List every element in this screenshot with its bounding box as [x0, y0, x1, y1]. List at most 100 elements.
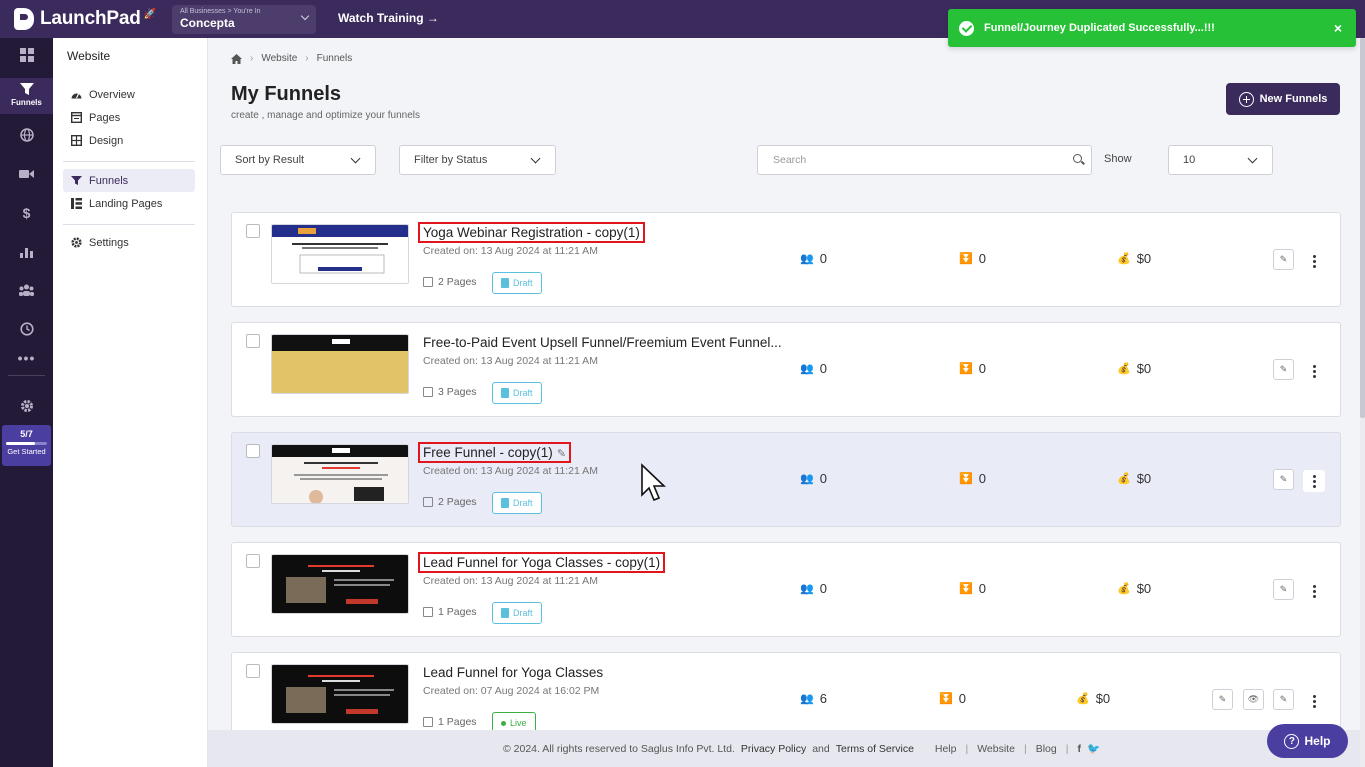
more-options-button[interactable] — [1303, 250, 1325, 272]
rail-history[interactable] — [0, 322, 53, 336]
sidebar-item-label: Pages — [89, 111, 121, 124]
new-funnels-button[interactable]: New Funnels — [1226, 83, 1340, 115]
pages-label: 3 Pages — [438, 386, 477, 398]
filter-status-dropdown[interactable]: Filter by Status — [399, 145, 556, 175]
help-button[interactable]: ? Help — [1267, 724, 1348, 758]
rail-website[interactable] — [0, 128, 53, 142]
row-checkbox[interactable] — [246, 334, 260, 348]
sidebar-item-landing-pages[interactable]: Landing Pages — [63, 192, 195, 215]
contacts-stat: 👥 0 — [800, 251, 827, 266]
funnel-down-icon: ⏬ — [959, 363, 973, 375]
dollar-icon[interactable]: $ — [0, 205, 53, 221]
edit-button[interactable]: ✎ — [1273, 579, 1294, 600]
funnel-name[interactable]: Free Funnel - copy(1) ✎ — [417, 442, 572, 463]
footer-help-link[interactable]: Help — [935, 743, 957, 755]
row-checkbox[interactable] — [246, 444, 260, 458]
search-icon[interactable] — [1073, 154, 1082, 163]
users-icon: 👥 — [800, 363, 814, 375]
revenue-value: $0 — [1095, 691, 1111, 706]
status-label: Live — [510, 718, 527, 728]
footer-divider: | — [1023, 742, 1027, 755]
sidebar-item-settings[interactable]: Settings — [63, 231, 195, 254]
privacy-policy-link[interactable]: Privacy Policy — [741, 743, 806, 755]
twitter-icon[interactable]: 🐦 — [1087, 742, 1100, 755]
conversions-stat: ⏬ 0 — [959, 581, 986, 596]
conversions-value: 0 — [958, 691, 966, 706]
contacts-stat: 👥 0 — [800, 361, 827, 376]
rail-video[interactable] — [0, 168, 53, 180]
row-checkbox[interactable] — [246, 554, 260, 568]
rail-contacts[interactable] — [0, 284, 53, 296]
edit-button[interactable]: ✎ — [1212, 689, 1233, 710]
footer-website-link[interactable]: Website — [977, 743, 1015, 755]
rail-dashboard[interactable] — [0, 48, 53, 62]
funnel-card[interactable]: Free Funnel - copy(1) ✎ Created on: 13 Au… — [231, 432, 1341, 527]
funnel-name[interactable]: Free-to-Paid Event Upsell Funnel/Freemiu… — [423, 335, 782, 350]
edit-icon — [423, 387, 433, 397]
money-bag-icon: 💰 — [1117, 473, 1131, 485]
funnel-name[interactable]: Yoga Webinar Registration - copy(1) — [418, 222, 645, 243]
icon-rail: Funnels $ ••• 5/7 Get Started — [0, 38, 53, 767]
search-input[interactable] — [758, 146, 1048, 174]
page-size-value: 10 — [1183, 154, 1196, 166]
rename-pencil-icon[interactable]: ✎ — [557, 448, 566, 460]
funnel-card[interactable]: Yoga Webinar Registration - copy(1) Crea… — [231, 212, 1341, 307]
funnel-card[interactable]: Free-to-Paid Event Upsell Funnel/Freemiu… — [231, 322, 1341, 417]
help-label: Help — [1304, 734, 1331, 748]
funnel-thumbnail[interactable] — [271, 444, 409, 504]
bar-chart-icon — [19, 248, 33, 258]
revenue-stat: 💰 $0 — [1117, 251, 1151, 266]
edit-button[interactable]: ✎ — [1273, 469, 1294, 490]
funnel-name[interactable]: Lead Funnel for Yoga Classes - copy(1) — [417, 552, 666, 573]
breadcrumb-website[interactable]: Website — [261, 53, 297, 64]
sidebar-item-funnels[interactable]: Funnels — [63, 169, 195, 192]
more-options-button[interactable] — [1303, 360, 1325, 382]
facebook-icon[interactable]: f — [1077, 743, 1081, 755]
app-logo[interactable]: LaunchPad 🚀 — [14, 6, 156, 32]
funnel-name-text: Free Funnel - copy(1) — [423, 445, 553, 460]
rail-funnels[interactable]: Funnels — [0, 78, 53, 114]
mouse-cursor-icon — [641, 463, 666, 502]
row-checkbox[interactable] — [246, 664, 260, 678]
funnel-card[interactable]: Lead Funnel for Yoga Classes - copy(1) C… — [231, 542, 1341, 637]
landing-pages-icon — [71, 198, 82, 209]
get-started-widget[interactable]: 5/7 Get Started — [2, 425, 51, 466]
funnel-thumbnail[interactable] — [271, 224, 409, 284]
sidebar-item-design[interactable]: Design — [63, 129, 195, 152]
funnel-pages-count: 1 Pages — [423, 716, 477, 728]
funnel-thumbnail[interactable] — [271, 334, 409, 394]
funnel-thumbnail[interactable] — [271, 554, 409, 614]
rail-analytics[interactable] — [0, 246, 53, 258]
close-icon[interactable]: × — [1334, 20, 1342, 36]
contacts-value: 0 — [819, 251, 827, 266]
row-checkbox[interactable] — [246, 224, 260, 238]
more-icon[interactable]: ••• — [0, 350, 53, 366]
edit-button[interactable]: ✎ — [1273, 359, 1294, 380]
edit-button[interactable]: ✎ — [1273, 249, 1294, 270]
launchpad-logo-icon — [14, 8, 34, 30]
event-page-thumbnail — [272, 335, 408, 393]
sort-by-dropdown[interactable]: Sort by Result — [220, 145, 376, 175]
watch-training-link[interactable]: Watch Training → — [338, 11, 439, 25]
more-options-button[interactable] — [1303, 690, 1325, 712]
preview-button[interactable]: 👁 — [1243, 689, 1264, 710]
business-selector[interactable]: All Businesses > You're In Concepta — [172, 5, 316, 34]
home-icon[interactable] — [231, 53, 242, 64]
footer-blog-link[interactable]: Blog — [1036, 743, 1057, 755]
revenue-stat: 💰 $0 — [1117, 581, 1151, 596]
scrollbar-thumb[interactable] — [1360, 38, 1365, 418]
funnel-thumbnail[interactable] — [271, 664, 409, 724]
page-size-dropdown[interactable]: 10 — [1168, 145, 1273, 175]
rail-settings[interactable] — [0, 399, 53, 413]
sidebar-item-pages[interactable]: Pages — [63, 106, 195, 129]
contacts-value: 6 — [819, 691, 827, 706]
analytics-button[interactable]: ✎ — [1273, 689, 1294, 710]
funnel-name[interactable]: Lead Funnel for Yoga Classes — [423, 665, 603, 680]
more-options-button[interactable] — [1303, 580, 1325, 602]
scrollbar[interactable] — [1360, 38, 1365, 767]
more-options-button[interactable] — [1303, 470, 1325, 492]
terms-link[interactable]: Terms of Service — [836, 743, 914, 755]
contacts-stat: 👥 0 — [800, 581, 827, 596]
sidebar-item-overview[interactable]: Overview — [63, 83, 195, 106]
app-name: LaunchPad — [40, 8, 141, 29]
